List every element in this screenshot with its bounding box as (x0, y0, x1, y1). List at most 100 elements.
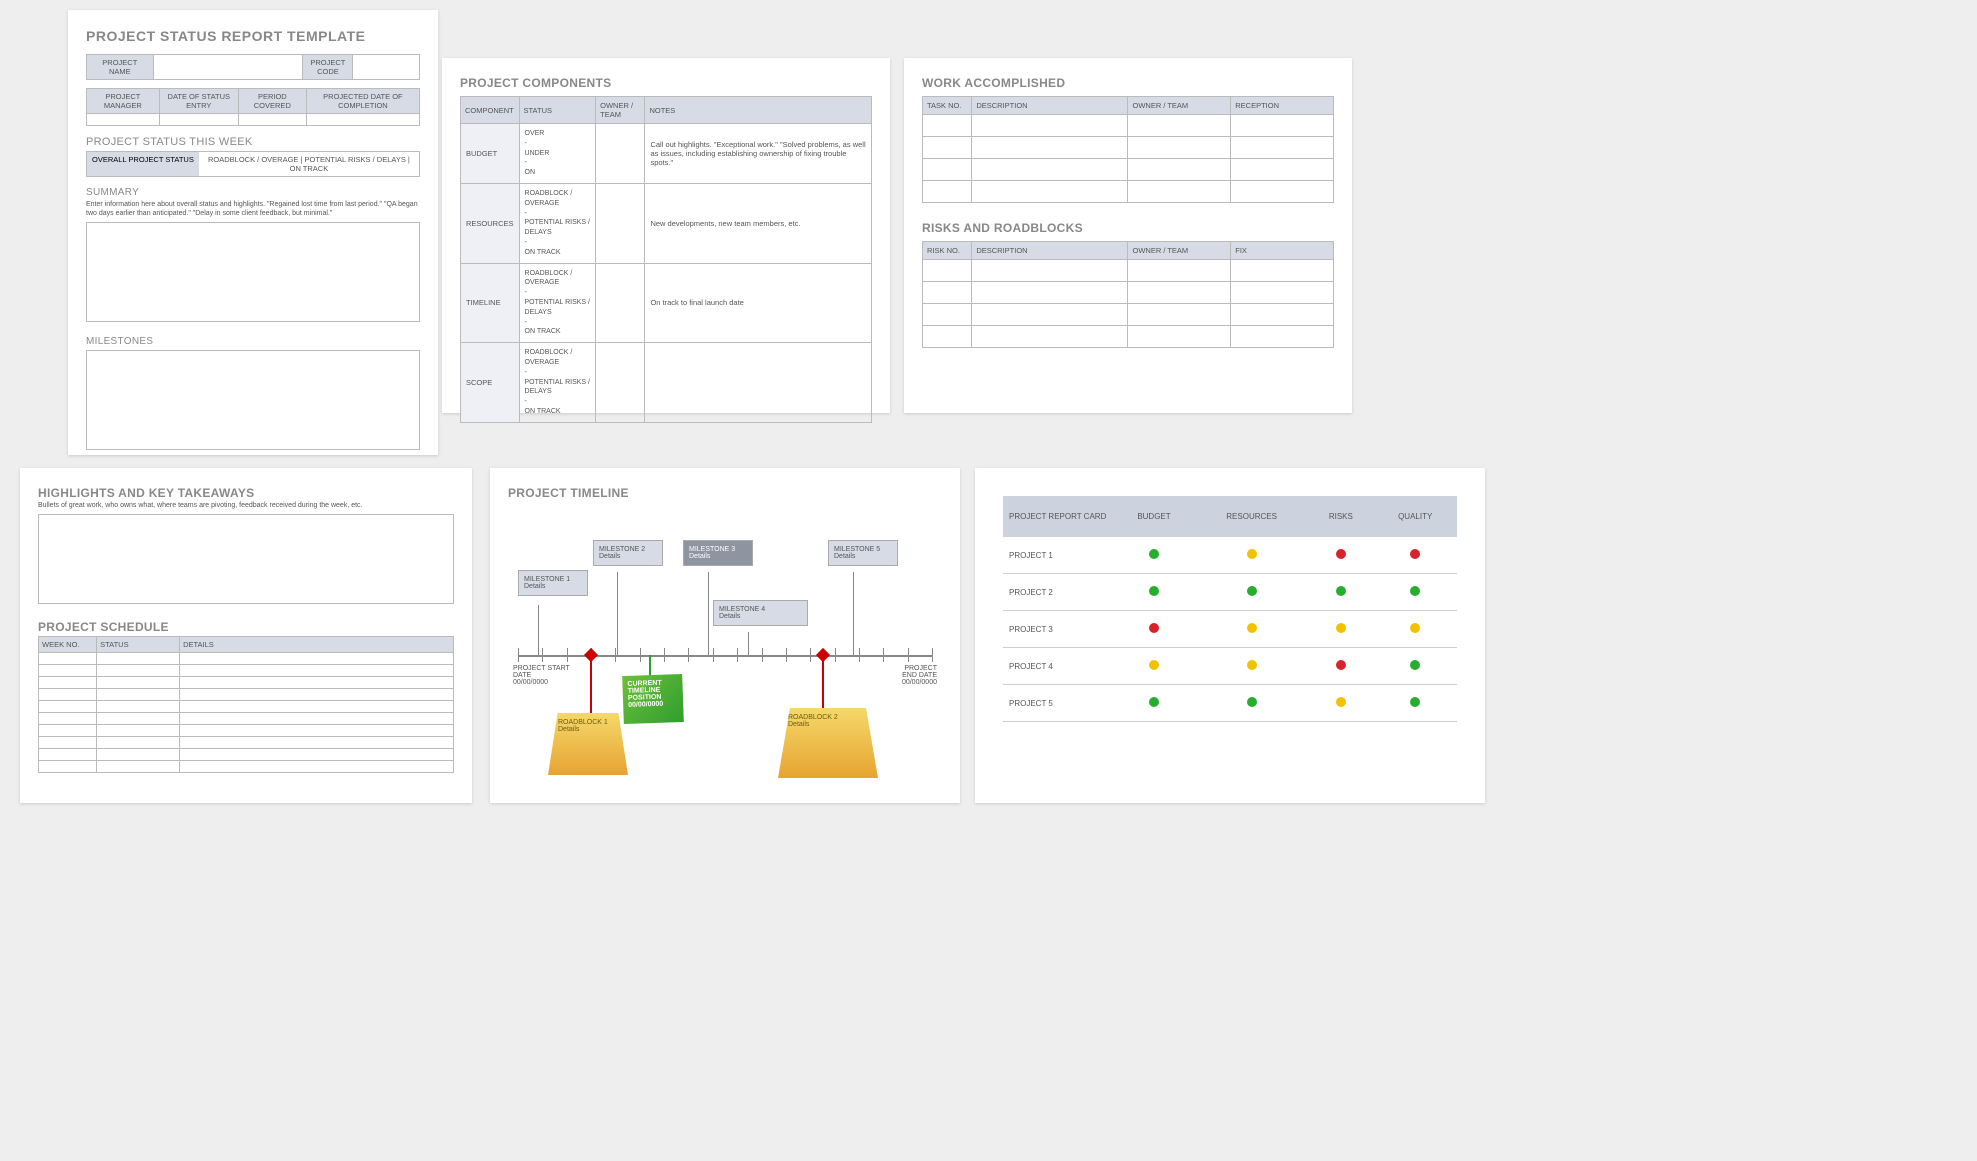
cell[interactable] (180, 760, 454, 772)
cell[interactable] (39, 664, 97, 676)
table-row (923, 181, 1334, 203)
cell[interactable] (923, 260, 972, 282)
cell[interactable] (1231, 282, 1334, 304)
cell[interactable] (1231, 181, 1334, 203)
cell[interactable] (97, 760, 180, 772)
status-cell (1195, 574, 1308, 611)
table-row (923, 115, 1334, 137)
tick (640, 648, 641, 662)
work-table: TASK NO.DESCRIPTIONOWNER / TEAMRECEPTION (922, 96, 1334, 203)
th: BUDGET (1113, 496, 1195, 537)
cell[interactable] (97, 676, 180, 688)
td-date-entry[interactable] (159, 114, 238, 126)
cell[interactable] (180, 688, 454, 700)
status-dot-icon (1149, 586, 1159, 596)
cell[interactable] (1128, 137, 1231, 159)
status-cell (1308, 648, 1373, 685)
cell[interactable] (97, 700, 180, 712)
status-dot-icon (1247, 623, 1257, 633)
cell[interactable] (180, 700, 454, 712)
cell[interactable] (1128, 159, 1231, 181)
summary-text: Enter information here about overall sta… (86, 201, 420, 219)
project-id-table: PROJECT NAME PROJECT CODE (86, 54, 420, 80)
component-owner[interactable] (596, 183, 645, 263)
th-project-code: PROJECT CODE (303, 55, 353, 80)
component-owner[interactable] (596, 263, 645, 343)
component-owner[interactable] (596, 343, 645, 423)
cell[interactable] (923, 304, 972, 326)
status-cell (1373, 611, 1457, 648)
cell[interactable] (39, 652, 97, 664)
cell[interactable] (97, 724, 180, 736)
cell[interactable] (180, 724, 454, 736)
cell[interactable] (180, 736, 454, 748)
cell[interactable] (180, 664, 454, 676)
report-row: PROJECT 2 (1003, 574, 1457, 611)
td-period[interactable] (238, 114, 306, 126)
td-manager[interactable] (87, 114, 160, 126)
cell[interactable] (39, 676, 97, 688)
milestones-box[interactable] (86, 350, 420, 450)
cell[interactable] (972, 115, 1128, 137)
cell[interactable] (923, 137, 972, 159)
cell[interactable] (972, 181, 1128, 203)
cell[interactable] (972, 326, 1128, 348)
cell[interactable] (923, 282, 972, 304)
cell[interactable] (972, 260, 1128, 282)
cell[interactable] (180, 676, 454, 688)
cell[interactable] (923, 159, 972, 181)
cell[interactable] (972, 159, 1128, 181)
status-cell (1373, 537, 1457, 574)
page-components: PROJECT COMPONENTS COMPONENTSTATUSOWNER … (442, 58, 890, 413)
cell[interactable] (1231, 159, 1334, 181)
cell[interactable] (39, 748, 97, 760)
td-project-name[interactable] (153, 55, 303, 80)
cell[interactable] (180, 748, 454, 760)
cell[interactable] (923, 181, 972, 203)
component-name: TIMELINE (461, 263, 520, 343)
status-cell (1113, 648, 1195, 685)
cell[interactable] (39, 736, 97, 748)
th: RISK NO. (923, 242, 972, 260)
highlights-box[interactable] (38, 514, 454, 604)
summary-box[interactable] (86, 222, 420, 322)
cell[interactable] (97, 712, 180, 724)
cell[interactable] (972, 304, 1128, 326)
cell[interactable] (1231, 137, 1334, 159)
td-completion[interactable] (306, 114, 419, 126)
cell[interactable] (39, 712, 97, 724)
cell[interactable] (1128, 326, 1231, 348)
cell[interactable] (97, 688, 180, 700)
cell[interactable] (97, 736, 180, 748)
cell[interactable] (1128, 181, 1231, 203)
cell[interactable] (1231, 304, 1334, 326)
cell[interactable] (39, 760, 97, 772)
status-dot-icon (1247, 586, 1257, 596)
cell[interactable] (972, 282, 1128, 304)
cell[interactable] (39, 700, 97, 712)
cell[interactable] (1128, 282, 1231, 304)
tick (859, 648, 860, 662)
component-owner[interactable] (596, 124, 645, 184)
cell[interactable] (1231, 326, 1334, 348)
cell[interactable] (97, 664, 180, 676)
cell[interactable] (1231, 115, 1334, 137)
th: RISKS (1308, 496, 1373, 537)
cell[interactable] (97, 652, 180, 664)
cell[interactable] (923, 326, 972, 348)
cell[interactable] (1128, 115, 1231, 137)
cell[interactable] (180, 712, 454, 724)
cell[interactable] (1231, 260, 1334, 282)
cell[interactable] (39, 724, 97, 736)
th: PROJECT REPORT CARD (1003, 496, 1113, 537)
timeline-title: PROJECT TIMELINE (508, 486, 942, 500)
cell[interactable] (1128, 260, 1231, 282)
cell[interactable] (1128, 304, 1231, 326)
cell[interactable] (97, 748, 180, 760)
cell[interactable] (180, 652, 454, 664)
cell[interactable] (972, 137, 1128, 159)
cell[interactable] (923, 115, 972, 137)
td-project-code[interactable] (353, 55, 420, 80)
report-row: PROJECT 3 (1003, 611, 1457, 648)
cell[interactable] (39, 688, 97, 700)
